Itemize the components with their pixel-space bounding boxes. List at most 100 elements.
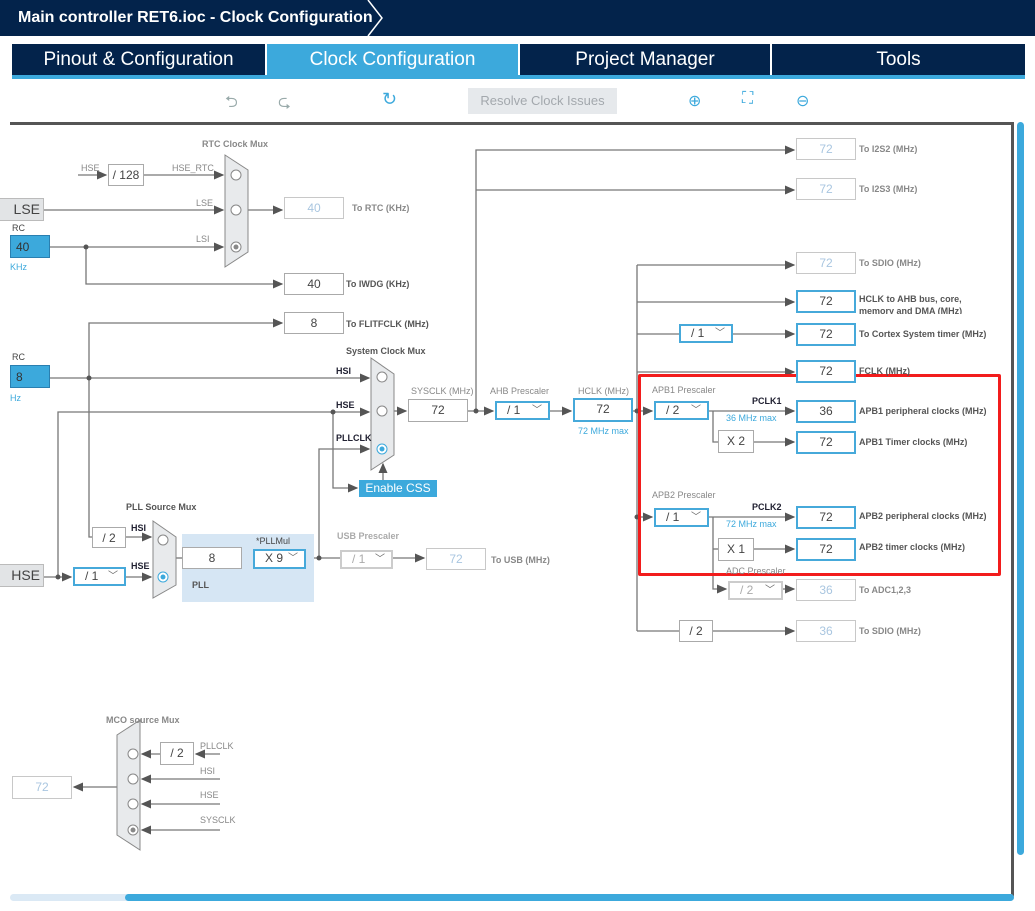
adc-prescaler-value: / 2 [740, 583, 754, 597]
mco-hsi-label: HSI [200, 766, 216, 776]
apb1-max: 36 MHz max [726, 413, 777, 423]
apb2-prescaler-select[interactable]: / 1 ﹀ [654, 508, 709, 527]
apb2-max: 72 MHz max [726, 519, 777, 529]
zoom-in-icon[interactable]: ⊕ [688, 91, 701, 111]
resolve-clock-issues-button[interactable]: Resolve Clock Issues [468, 88, 617, 114]
redo-icon[interactable]: ⮎ [278, 91, 291, 118]
horizontal-scrollbar-thumb[interactable] [125, 894, 1014, 901]
apb1-timer-mul: X 2 [718, 430, 754, 453]
chevron-down-icon: ﹀ [715, 328, 725, 339]
chevron-down-icon: ﹀ [288, 553, 298, 564]
pllmul-value: X 9 [265, 551, 284, 565]
adc-output[interactable]: 36 [796, 579, 856, 601]
cortex-output[interactable]: 72 [796, 323, 856, 346]
hclk-input[interactable]: 72 [573, 398, 633, 422]
sysmux-pllclk-label: PLLCLK [336, 433, 372, 443]
hsi-source-input[interactable]: 8 [10, 365, 50, 388]
rtc-hse-rtc-label: HSE_RTC [172, 163, 214, 173]
lsi-rc-label: RC [12, 223, 25, 233]
apb1-prescaler-select[interactable]: / 2 ﹀ [654, 401, 709, 420]
tab-project-manager[interactable]: Project Manager [520, 44, 770, 75]
sdio-output[interactable]: 72 [796, 252, 856, 274]
iwdg-label: To IWDG (KHz) [346, 279, 410, 289]
adc-prescaler-select[interactable]: / 2 ﹀ [728, 581, 783, 600]
adc-output-label: To ADC1,2,3 [859, 585, 912, 595]
adc-prescaler-label: ADC Prescaler [726, 566, 786, 576]
undo-icon[interactable]: ⮌ [225, 91, 238, 118]
lsi-source-input[interactable]: 40 [10, 235, 50, 258]
apb1-prescaler-value: / 2 [666, 403, 680, 417]
breadcrumb-chevron-icon [367, 0, 383, 37]
usb-prescaler-select[interactable]: / 1 ﹀ [340, 550, 393, 569]
i2s3-output[interactable]: 72 [796, 178, 856, 200]
apb1-peripheral-label: APB1 peripheral clocks (MHz) [859, 406, 987, 416]
tab-underline [12, 75, 1025, 79]
fclk-label: FCLK (MHz) [859, 366, 910, 376]
chevron-down-icon: ﹀ [375, 554, 385, 565]
apb2-peripheral-label: APB2 peripheral clocks (MHz) [859, 511, 987, 521]
usb-prescaler-label: USB Prescaler [337, 531, 400, 541]
flitfclk-output[interactable]: 8 [284, 312, 344, 334]
zoom-out-icon[interactable]: ⊖ [796, 91, 809, 111]
apb1-prescaler-label: APB1 Prescaler [652, 385, 716, 395]
pllsrc-hse-label: HSE [131, 561, 150, 571]
apb1-peripheral-output[interactable]: 36 [796, 400, 856, 423]
tab-tools[interactable]: Tools [772, 44, 1025, 75]
sysclk-label: SYSCLK (MHz) [411, 386, 474, 396]
pll-input-value: 8 [182, 547, 242, 569]
rtc-div-box: / 128 [108, 164, 144, 186]
cortex-prescaler-select[interactable]: / 1 ﹀ [679, 324, 733, 343]
cortex-prescaler-value: / 1 [691, 326, 705, 340]
apb2-peripheral-output[interactable]: 72 [796, 506, 856, 529]
hsi-rc-label: RC [12, 352, 25, 362]
apb2-timer-mul: X 1 [718, 538, 754, 561]
iwdg-output[interactable]: 40 [284, 273, 344, 295]
ahb-prescaler-label: AHB Prescaler [490, 386, 550, 396]
mco-pllclk-label: PLLCLK [200, 741, 234, 751]
rtc-output[interactable]: 40 [284, 197, 344, 219]
hclk-ahb-label-2: memory and DMA (MHz) [859, 306, 963, 314]
pll-label: PLL [192, 580, 209, 590]
hse-prediv-select[interactable]: / 1 ﹀ [73, 567, 126, 586]
hse-prediv-value: / 1 [85, 569, 99, 583]
tab-pinout[interactable]: Pinout & Configuration [12, 44, 265, 75]
cortex-label: To Cortex System timer (MHz) [859, 329, 987, 339]
apb2-timer-output[interactable]: 72 [796, 538, 856, 561]
sysmux-hse-label: HSE [336, 400, 355, 410]
usb-output[interactable]: 72 [426, 548, 486, 570]
i2s2-label: To I2S2 (MHz) [859, 144, 918, 154]
hclk-ahb-label: HCLK to AHB bus, core, [859, 294, 962, 304]
hse-source: HSE [0, 564, 44, 587]
i2s2-output[interactable]: 72 [796, 138, 856, 160]
sdio2-output[interactable]: 36 [796, 620, 856, 642]
lse-source: LSE [0, 198, 44, 221]
pclk1-label: PCLK1 [752, 396, 782, 406]
usb-output-label: To USB (MHz) [491, 555, 550, 565]
lsi-unit: KHz [10, 262, 28, 272]
apb1-timer-label: APB1 Timer clocks (MHz) [859, 437, 968, 447]
fclk-output[interactable]: 72 [796, 360, 856, 383]
apb1-timer-output[interactable]: 72 [796, 431, 856, 454]
mco-output[interactable]: 72 [12, 776, 72, 799]
pllmul-select[interactable]: X 9 ﹀ [253, 549, 306, 569]
pll-source-mux-title: PLL Source Mux [126, 502, 197, 512]
apb2-prescaler-value: / 1 [666, 510, 680, 524]
fit-icon[interactable]: ⛶ [742, 90, 753, 108]
pll-hsi-div: / 2 [92, 527, 126, 548]
usb-prescaler-value: / 1 [352, 552, 366, 566]
mco-pll-div: / 2 [160, 742, 194, 765]
tab-clock-configuration[interactable]: Clock Configuration [267, 44, 518, 75]
vertical-scrollbar[interactable] [1017, 122, 1024, 855]
sysclk-value[interactable]: 72 [408, 399, 468, 422]
rtc-output-label: To RTC (KHz) [352, 203, 410, 213]
pllsrc-hsi-label: HSI [131, 523, 147, 533]
hclk-label: HCLK (MHz) [578, 386, 629, 396]
rtc-lse-label: LSE [196, 198, 214, 208]
refresh-icon[interactable]: ↻ [382, 89, 397, 110]
pllmul-label: *PLLMul [256, 536, 291, 546]
sysmux-hsi-label: HSI [336, 366, 352, 376]
hclk-ahb-output[interactable]: 72 [796, 290, 856, 313]
ahb-prescaler-select[interactable]: / 1 ﹀ [495, 401, 550, 420]
mco-sysclk-label: SYSCLK [200, 815, 236, 825]
enable-css-button[interactable]: Enable CSS [359, 480, 437, 497]
